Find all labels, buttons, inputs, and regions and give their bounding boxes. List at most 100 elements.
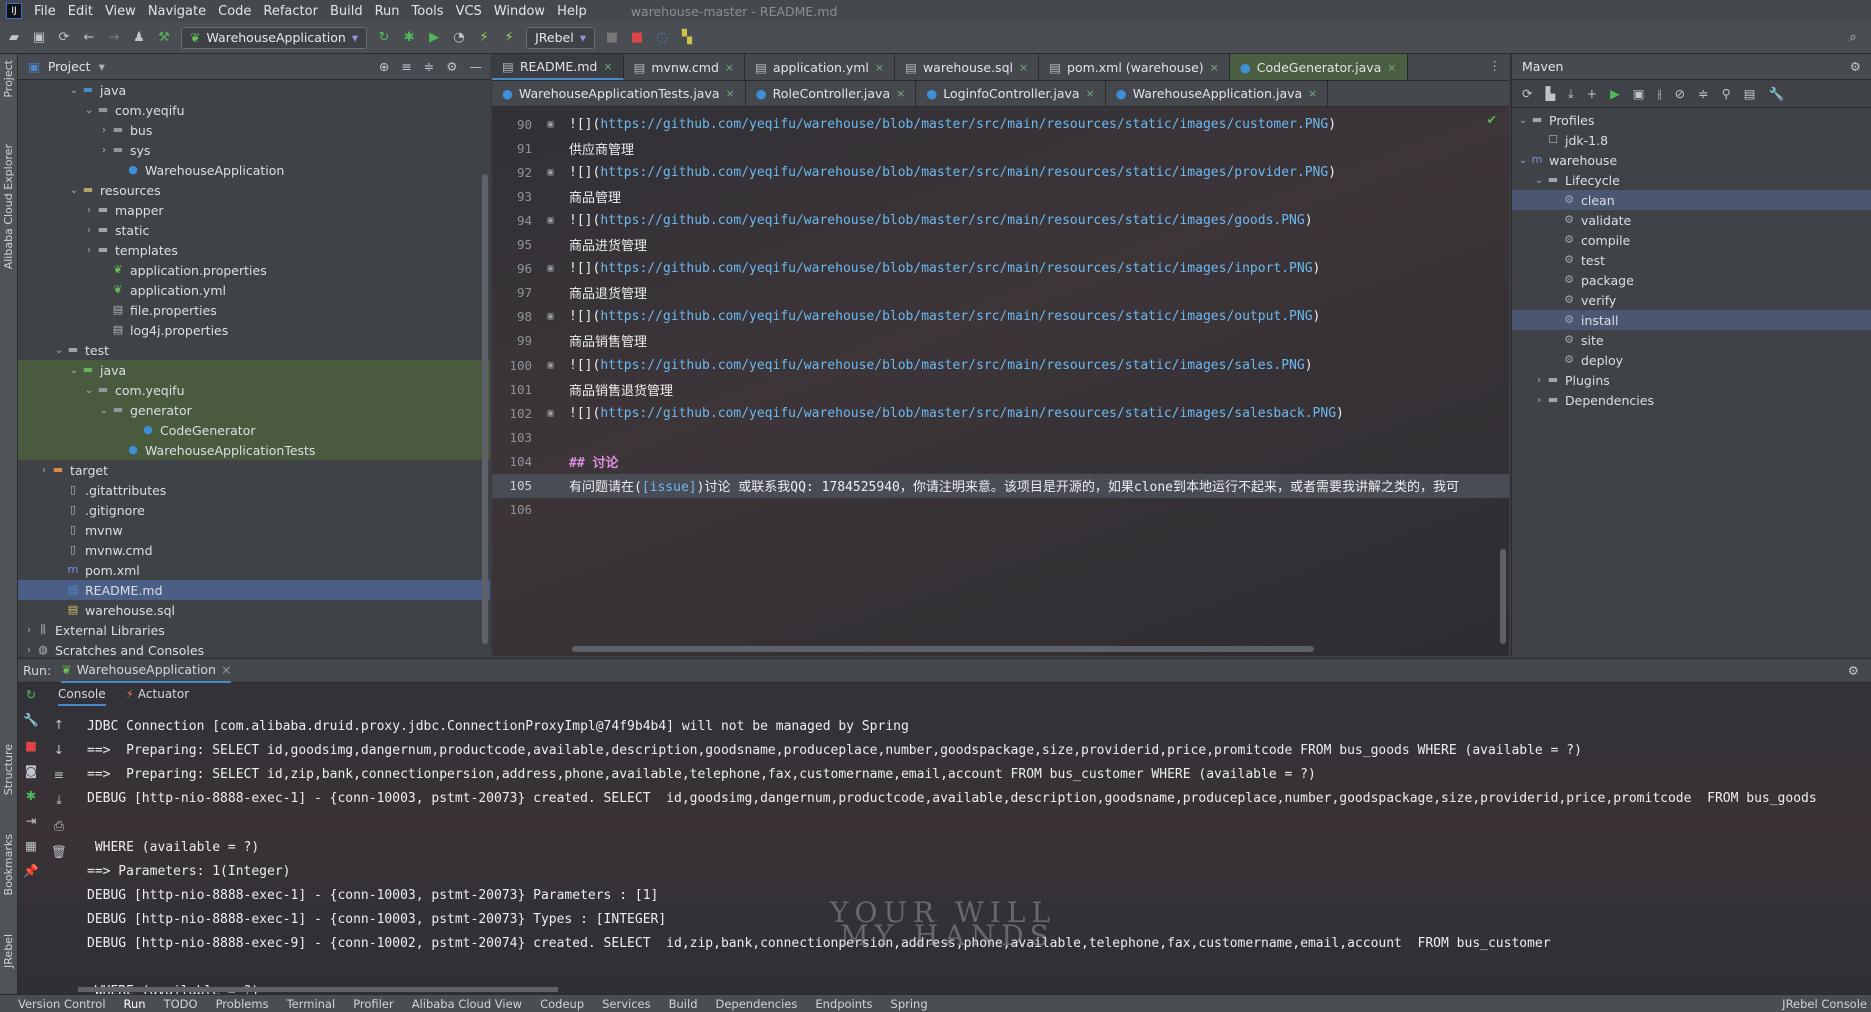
editor-tab[interactable]: ● LoginfoController.java × <box>916 81 1106 106</box>
editor-tab[interactable]: ▤ mvnw.cmd × <box>624 54 746 80</box>
status-profiler-button[interactable]: Profiler <box>353 997 394 1011</box>
back-icon[interactable]: ← <box>81 30 97 46</box>
tree-item[interactable]: m pom.xml <box>18 560 490 580</box>
link-url[interactable]: https://github.com/yeqifu/warehouse/blob… <box>600 358 1304 373</box>
maven-item[interactable]: ⚙ verify <box>1512 290 1871 310</box>
code-line[interactable]: 98 ▣ ![](https://github.com/yeqifu/warehou… <box>492 305 1509 329</box>
menu-refactor[interactable]: Refactor <box>263 4 318 19</box>
console-tab[interactable]: Console <box>58 687 106 706</box>
maven-item[interactable]: ⚙ site <box>1512 330 1871 350</box>
chevron-right-icon[interactable]: › <box>22 625 36 636</box>
editor-tab[interactable]: ● WarehouseApplication.java × <box>1106 81 1329 106</box>
editor-horizontal-scrollbar[interactable] <box>572 646 1314 652</box>
layout-icon[interactable]: ▦ <box>25 838 37 853</box>
generate-sources-icon[interactable]: ▙ <box>1545 86 1555 101</box>
chevron-down-icon[interactable]: ⌄ <box>1516 155 1530 166</box>
tree-item[interactable]: ▤ log4j.properties <box>18 320 490 340</box>
status-codeup-button[interactable]: Codeup <box>540 997 584 1011</box>
menu-build[interactable]: Build <box>330 4 363 19</box>
tree-item[interactable]: ▤ file.properties <box>18 300 490 320</box>
code-line[interactable]: 94 ▣ ![](https://github.com/yeqifu/warehou… <box>492 208 1509 232</box>
maven-item[interactable]: ☐ jdk-1.8 <box>1512 130 1871 150</box>
inspection-ok-icon[interactable]: ✔ <box>1487 112 1497 127</box>
link-url[interactable]: https://github.com/yeqifu/warehouse/blob… <box>600 213 1304 228</box>
project-tool-tab[interactable]: Project <box>2 60 15 98</box>
tree-item[interactable]: › ▬ templates <box>18 240 490 260</box>
tree-item[interactable]: ● WarehouseApplication <box>18 160 490 180</box>
actuator-tab[interactable]: ⚡ Actuator <box>126 687 190 706</box>
user-icon[interactable]: ♟ <box>131 30 147 46</box>
link-url[interactable]: https://github.com/yeqifu/warehouse/blob… <box>600 309 1312 324</box>
tree-item[interactable]: ⌄ ▬ java <box>18 80 490 100</box>
console-scrollbar[interactable] <box>78 987 558 992</box>
status-problems-button[interactable]: Problems <box>216 997 269 1011</box>
close-icon[interactable]: × <box>1387 61 1396 74</box>
menu-window[interactable]: Window <box>494 4 545 19</box>
skip-tests-icon[interactable]: ⊘ <box>1675 86 1685 101</box>
tree-item[interactable]: ⌄ ▬ test <box>18 340 490 360</box>
chevron-right-icon[interactable]: › <box>1532 395 1546 406</box>
chevron-down-icon[interactable]: ⌄ <box>67 185 81 196</box>
collapse-all-icon[interactable]: ≑ <box>424 59 434 74</box>
maven-item[interactable]: ⌄ m warehouse <box>1512 150 1871 170</box>
code-line[interactable]: 93 商品管理 <box>492 184 1509 208</box>
menu-view[interactable]: View <box>105 4 136 19</box>
sync-icon[interactable]: ⟳ <box>56 30 72 46</box>
chevron-down-icon[interactable]: ⌄ <box>82 385 96 396</box>
add-icon[interactable]: + <box>1587 86 1597 101</box>
tree-item[interactable]: ❦ application.properties <box>18 260 490 280</box>
update-icon[interactable]: ◌ <box>654 30 670 46</box>
code-line[interactable]: 92 ▣ ![](https://github.com/yeqifu/warehou… <box>492 160 1509 184</box>
maven-item[interactable]: ⌄ ▬ Profiles <box>1512 110 1871 130</box>
build-hammer-icon[interactable]: ⚒ <box>156 30 172 46</box>
debug-icon[interactable]: ✱ <box>401 30 417 46</box>
menu-file[interactable]: File <box>34 4 56 19</box>
pause-icon[interactable]: ■ <box>604 30 620 46</box>
code-line[interactable]: 106 <box>492 498 1509 522</box>
editor-tab[interactable]: ▤ warehouse.sql × <box>895 54 1040 80</box>
editor-tab[interactable]: ▤ application.yml × <box>745 54 896 80</box>
toggle-offline-icon[interactable]: ⫲ <box>1658 86 1662 102</box>
gear-icon[interactable]: ⚙ <box>1850 59 1871 74</box>
wrench-icon[interactable]: 🔧 <box>23 712 39 728</box>
wrench-icon[interactable]: 🔧 <box>1769 86 1785 102</box>
maven-item[interactable]: ⚙ clean <box>1512 190 1871 210</box>
run-icon[interactable]: ▶ <box>1610 86 1620 101</box>
editor-vertical-scrollbar[interactable] <box>1500 549 1506 644</box>
chevron-down-icon[interactable]: ⌄ <box>67 365 81 376</box>
chevron-down-icon[interactable]: ▾ <box>99 59 105 74</box>
close-icon[interactable]: × <box>221 662 231 677</box>
camera-icon[interactable]: ◙ <box>25 763 37 778</box>
alibaba-cloud-explorer-tab[interactable]: Alibaba Cloud Explorer <box>2 144 15 269</box>
print-icon[interactable]: ⎙ <box>54 818 64 834</box>
code-line[interactable]: 105 有问题请在([issue])讨论 或联系我QQ: 1784525940，你… <box>492 473 1509 498</box>
jrebel-debug-icon[interactable]: ⚡ <box>501 30 517 46</box>
code-line[interactable]: 96 ▣ ![](https://github.com/yeqifu/warehou… <box>492 257 1509 281</box>
rerun-icon[interactable]: ↻ <box>26 687 36 702</box>
chevron-down-icon[interactable]: ⌄ <box>67 85 81 96</box>
tree-item[interactable]: ⌄ ▬ java <box>18 360 490 380</box>
chevron-down-icon[interactable]: ⌄ <box>97 405 111 416</box>
chevron-right-icon[interactable]: › <box>82 205 96 216</box>
soft-wrap-icon[interactable]: ≡ <box>54 767 64 782</box>
maven-item[interactable]: ⚙ compile <box>1512 230 1871 250</box>
code-line[interactable]: 95 商品进货管理 <box>492 233 1509 257</box>
status-run-button[interactable]: Run <box>124 997 146 1011</box>
editor-tab[interactable]: ▤ README.md × <box>492 54 624 80</box>
status-build-button[interactable]: Build <box>669 997 698 1011</box>
gear-icon[interactable]: ⚙ <box>446 59 457 74</box>
editor-tab[interactable]: ● WarehouseApplicationTests.java × <box>492 81 746 106</box>
chevron-down-icon[interactable]: ⌄ <box>52 345 66 356</box>
download-icon[interactable]: ⤓ <box>1568 86 1574 102</box>
editor-tab[interactable]: ● RoleController.java × <box>746 81 917 106</box>
structure-icon[interactable]: ▚ <box>679 30 695 46</box>
show-deps-icon[interactable]: ▤ <box>1744 86 1756 101</box>
link-url[interactable]: [issue] <box>642 480 697 495</box>
chevron-right-icon[interactable]: › <box>37 465 51 476</box>
menu-vcs[interactable]: VCS <box>456 4 482 19</box>
menu-run[interactable]: Run <box>375 4 400 19</box>
trash-icon[interactable]: 🗑 <box>51 844 67 860</box>
code-line[interactable]: 100 ▣ ![](https://github.com/yeqifu/wareho… <box>492 353 1509 377</box>
bookmarks-tab[interactable]: Bookmarks <box>2 834 15 895</box>
jrebel-run-icon[interactable]: ⚡ <box>476 30 492 46</box>
